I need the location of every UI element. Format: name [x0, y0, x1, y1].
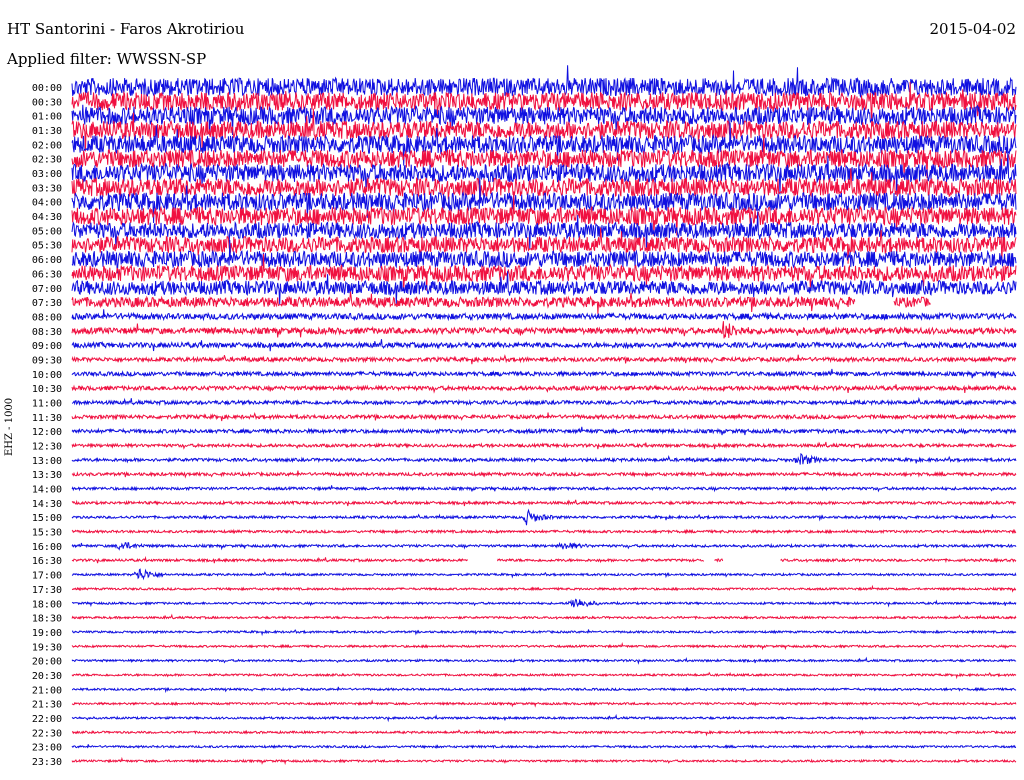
trace-line: [71, 499, 1017, 507]
row-time-label: 00:00: [32, 83, 62, 94]
row-time-label: 02:30: [32, 155, 62, 166]
trace-line: [71, 452, 1017, 465]
row-time-label: 15:30: [32, 528, 62, 539]
row-time-label: 09:00: [32, 341, 62, 352]
row-time-label: 05:00: [32, 226, 62, 237]
row-time-label: 18:30: [32, 614, 62, 625]
trace-line: [71, 629, 1017, 637]
trace-line: [71, 598, 1017, 608]
row-time-label: 16:30: [32, 556, 62, 567]
trace-line: [71, 528, 1017, 535]
row-time-label: 17:00: [32, 571, 62, 582]
row-time-label: 18:00: [32, 599, 62, 610]
trace-line: [71, 555, 1017, 564]
trace-line: [71, 584, 1017, 593]
trace-line: [71, 485, 1017, 493]
trace-line: [71, 396, 1017, 407]
trace-line: [71, 339, 1017, 352]
trace-line: [71, 309, 1017, 322]
seismogram-plot: 00:00 00:30 01:00 01:30 02:00 02:30 03:00 03:30…: [32, 65, 1017, 768]
row-time-label: 07:30: [32, 298, 62, 309]
row-time-label: 08:00: [32, 312, 62, 323]
trace-line: [71, 508, 1017, 526]
trace-line: [71, 568, 1017, 581]
row-time-label: 07:00: [32, 284, 62, 295]
row-time-label: 13:30: [32, 470, 62, 481]
row-time-label: 22:30: [32, 728, 62, 739]
row-time-label: 00:30: [32, 97, 62, 108]
row-time-label: 08:30: [32, 327, 62, 338]
trace-line: [71, 656, 1017, 665]
trace-line: [71, 354, 1017, 365]
row-time-label: 13:00: [32, 456, 62, 467]
row-time-label: 03:30: [32, 183, 62, 194]
trace-line: [71, 671, 1017, 680]
row-time-label: 21:00: [32, 685, 62, 696]
row-time-label: 05:30: [32, 241, 62, 252]
row-time-label: 04:00: [32, 198, 62, 209]
row-time-label: 09:30: [32, 355, 62, 366]
row-time-label: 06:30: [32, 269, 62, 280]
trace-line: [71, 613, 1017, 621]
row-time-label: 14:00: [32, 485, 62, 496]
row-time-label: 19:30: [32, 642, 62, 653]
trace-line: [72, 728, 1017, 737]
row-time-label: 22:00: [32, 714, 62, 725]
row-time-label: 01:30: [32, 126, 62, 137]
row-time-label: 17:30: [32, 585, 62, 596]
trace-line: [71, 541, 1017, 551]
row-time-label: 02:00: [32, 140, 62, 151]
row-time-label: 10:00: [32, 370, 62, 381]
trace-line: [71, 384, 1017, 394]
trace-line: [71, 441, 1017, 450]
row-time-label: 11:00: [32, 398, 62, 409]
trace-line: [71, 368, 1017, 379]
row-time-label: 14:30: [32, 499, 62, 510]
row-time-label: 10:30: [32, 384, 62, 395]
trace-line: [71, 744, 1017, 750]
row-time-label: 20:00: [32, 657, 62, 668]
row-time-label: 12:00: [32, 427, 62, 438]
row-time-label: 06:00: [32, 255, 62, 266]
trace-line: [71, 65, 1017, 98]
row-time-label: 12:30: [32, 442, 62, 453]
row-time-label: 03:00: [32, 169, 62, 180]
trace-line: [71, 470, 1017, 479]
trace-line: [71, 412, 1017, 422]
row-time-label: 15:00: [32, 513, 62, 524]
row-time-label: 23:00: [32, 743, 62, 754]
trace-line: [71, 291, 931, 314]
row-time-label: 21:30: [32, 700, 62, 711]
trace-line: [71, 641, 1017, 651]
trace-line: [71, 321, 1017, 339]
row-time-label: 23:30: [32, 757, 62, 768]
trace-line: [71, 756, 1017, 766]
row-time-label: 01:00: [32, 112, 62, 123]
trace-line: [71, 699, 1017, 708]
trace-line: [71, 713, 1016, 723]
row-time-label: 04:30: [32, 212, 62, 223]
row-time-label: 20:30: [32, 671, 62, 682]
row-time-label: 11:30: [32, 413, 62, 424]
row-time-label: 16:00: [32, 542, 62, 553]
trace-line: [71, 686, 1017, 694]
row-time-label: 19:00: [32, 628, 62, 639]
trace-line: [71, 426, 1017, 436]
